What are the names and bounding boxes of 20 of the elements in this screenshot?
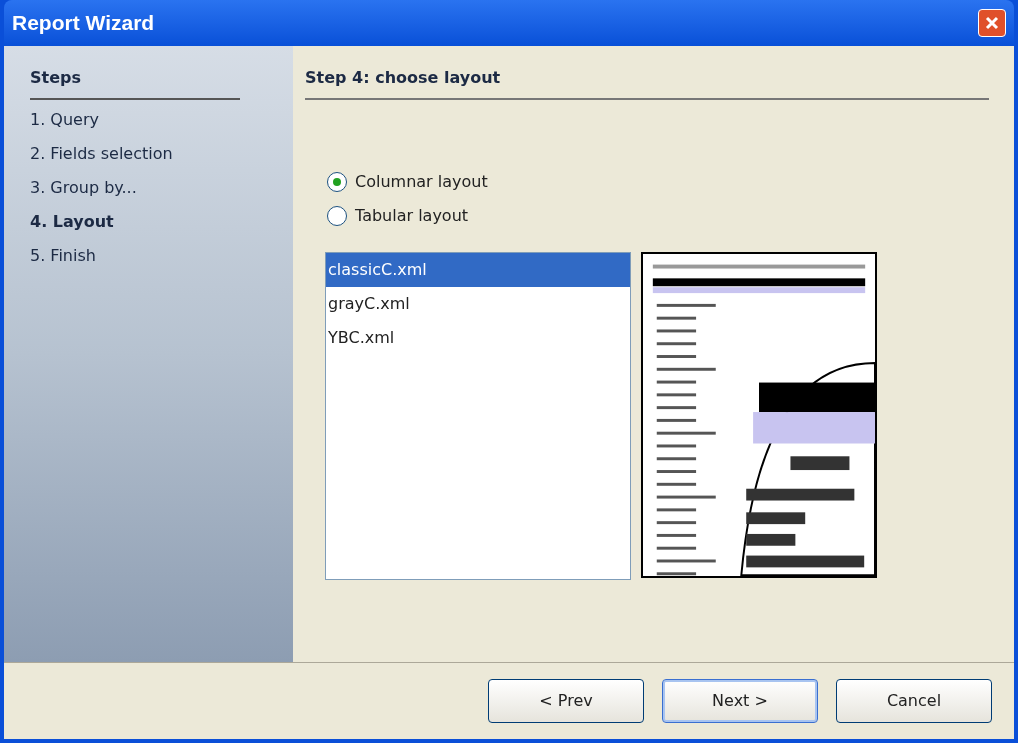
wizard-button[interactable]: Next > [662, 679, 818, 723]
close-icon [984, 15, 1000, 31]
step-item: 5. Finish [30, 245, 97, 267]
sidebar-heading: Steps [30, 66, 240, 100]
template-item[interactable]: YBC.xml [326, 321, 630, 355]
template-item[interactable]: classicC.xml [326, 253, 630, 287]
wizard-button[interactable]: < Prev [488, 679, 644, 723]
step-item: 4. Layout [30, 211, 115, 233]
step-item: 1. Query [30, 109, 100, 131]
wizard-button[interactable]: Cancel [836, 679, 992, 723]
radio-button[interactable] [327, 172, 347, 192]
layout-radio[interactable]: Columnar layout [327, 170, 1002, 194]
layout-radio[interactable]: Tabular layout [327, 204, 1002, 228]
window-title: Report Wizard [12, 10, 155, 37]
template-item[interactable]: grayC.xml [326, 287, 630, 321]
step-item: 3. Group by... [30, 177, 138, 199]
close-button[interactable] [978, 9, 1006, 37]
step-item: 2. Fields selection [30, 143, 174, 165]
radio-button[interactable] [327, 206, 347, 226]
step-title: Step 4: choose layout [305, 66, 989, 100]
